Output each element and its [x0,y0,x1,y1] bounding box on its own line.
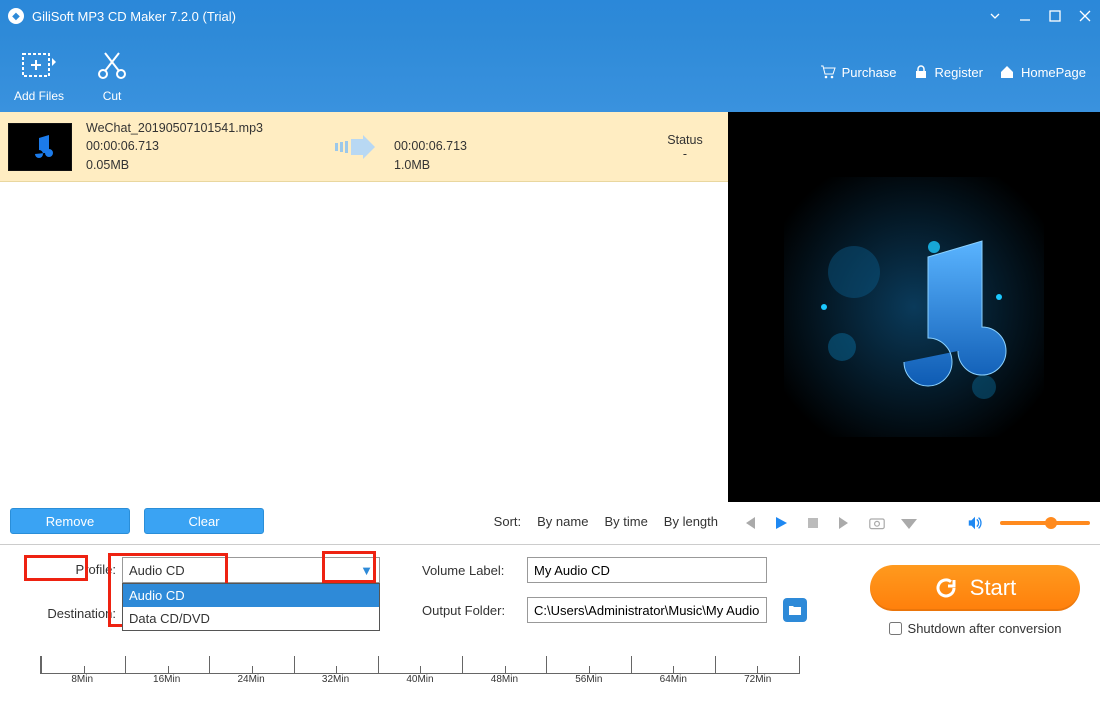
snapshot-button[interactable] [866,512,888,534]
remove-button[interactable]: Remove [10,508,130,534]
ruler-tick-label: 64Min [631,674,715,685]
volume-icon[interactable] [964,512,986,534]
file-duration-out: 00:00:06.713 [394,137,514,155]
settings-panel: Profile: Destination: Audio CD ▼ Audio C… [0,544,1100,706]
profile-label: Profile: [76,557,116,583]
sort-by-name[interactable]: By name [537,514,588,529]
sort-by-time[interactable]: By time [604,514,647,529]
volume-label-input[interactable] [527,557,767,583]
file-duration-in: 00:00:06.713 [86,137,316,155]
main-toolbar: Add Files Cut Purchase Register HomePage [0,32,1100,112]
ruler-tick-label: 8Min [40,674,124,685]
refresh-icon [934,576,958,600]
profile-value: Audio CD [129,563,185,578]
home-icon [999,64,1015,80]
add-files-icon [19,45,59,85]
file-size-out: 1.0MB [394,156,514,174]
output-folder-input[interactable] [527,597,767,623]
ruler-tick-label: 16Min [124,674,208,685]
lock-icon [913,64,929,80]
stop-button[interactable] [802,512,824,534]
minimize-button[interactable] [1010,0,1040,32]
homepage-link[interactable]: HomePage [999,64,1086,80]
ruler-tick-label: 24Min [209,674,293,685]
file-list: WeChat_20190507101541.mp3 00:00:06.713 0… [0,112,728,544]
scissors-icon [92,45,132,85]
ruler-tick-label: 72Min [716,674,800,685]
profile-option-data-cd[interactable]: Data CD/DVD [123,607,379,630]
destination-label: Destination: [47,601,116,627]
sort-by-length[interactable]: By length [664,514,718,529]
file-size-in: 0.05MB [86,156,316,174]
prev-button[interactable] [738,512,760,534]
file-thumbnail [8,123,72,171]
play-button[interactable] [770,512,792,534]
volume-slider[interactable] [1000,521,1090,525]
purchase-label: Purchase [842,65,897,80]
size-ruler: 8Min16Min24Min32Min40Min48Min56Min64Min7… [40,656,800,696]
close-button[interactable] [1070,0,1100,32]
maximize-button[interactable] [1040,0,1070,32]
add-files-label: Add Files [14,89,64,103]
register-link[interactable]: Register [913,64,983,80]
profile-select[interactable]: Audio CD ▼ [122,557,380,583]
cut-label: Cut [103,89,122,103]
status-value: - [650,147,720,161]
shutdown-checkbox-input[interactable] [889,622,902,635]
cart-icon [820,64,836,80]
snapshot-menu-icon[interactable] [898,512,920,534]
purchase-link[interactable]: Purchase [820,64,897,80]
dropdown-window-icon[interactable] [980,0,1010,32]
browse-output-button[interactable] [783,598,807,622]
file-name: WeChat_20190507101541.mp3 [86,119,316,137]
output-folder-label: Output Folder: [422,603,517,618]
ruler-tick-label: 56Min [547,674,631,685]
profile-option-audio-cd[interactable]: Audio CD [123,584,379,607]
cut-button[interactable]: Cut [78,32,146,112]
homepage-label: HomePage [1021,65,1086,80]
register-label: Register [935,65,983,80]
file-row[interactable]: WeChat_20190507101541.mp3 00:00:06.713 0… [0,112,728,182]
title-bar: ◆ GiliSoft MP3 CD Maker 7.2.0 (Trial) [0,0,1100,32]
player-controls [728,502,1100,544]
start-button[interactable]: Start [870,565,1080,611]
preview-panel [728,112,1100,544]
sort-label: Sort: [494,514,521,529]
shutdown-label: Shutdown after conversion [908,621,1062,636]
clear-button[interactable]: Clear [144,508,264,534]
add-files-button[interactable]: Add Files [0,32,78,112]
next-button[interactable] [834,512,856,534]
profile-dropdown: Audio CD Data CD/DVD [122,583,380,631]
ruler-tick-label: 48Min [462,674,546,685]
status-header: Status [650,133,720,147]
folder-icon [788,604,802,616]
ruler-tick-label: 32Min [293,674,377,685]
preview-image [728,112,1100,502]
volume-label-label: Volume Label: [422,563,517,578]
window-title: GiliSoft MP3 CD Maker 7.2.0 (Trial) [32,9,236,24]
shutdown-checkbox[interactable]: Shutdown after conversion [889,621,1062,636]
convert-arrow-icon [330,133,380,161]
chevron-down-icon: ▼ [360,563,373,578]
start-label: Start [970,575,1016,601]
ruler-tick-label: 40Min [378,674,462,685]
app-logo-icon: ◆ [8,8,24,24]
